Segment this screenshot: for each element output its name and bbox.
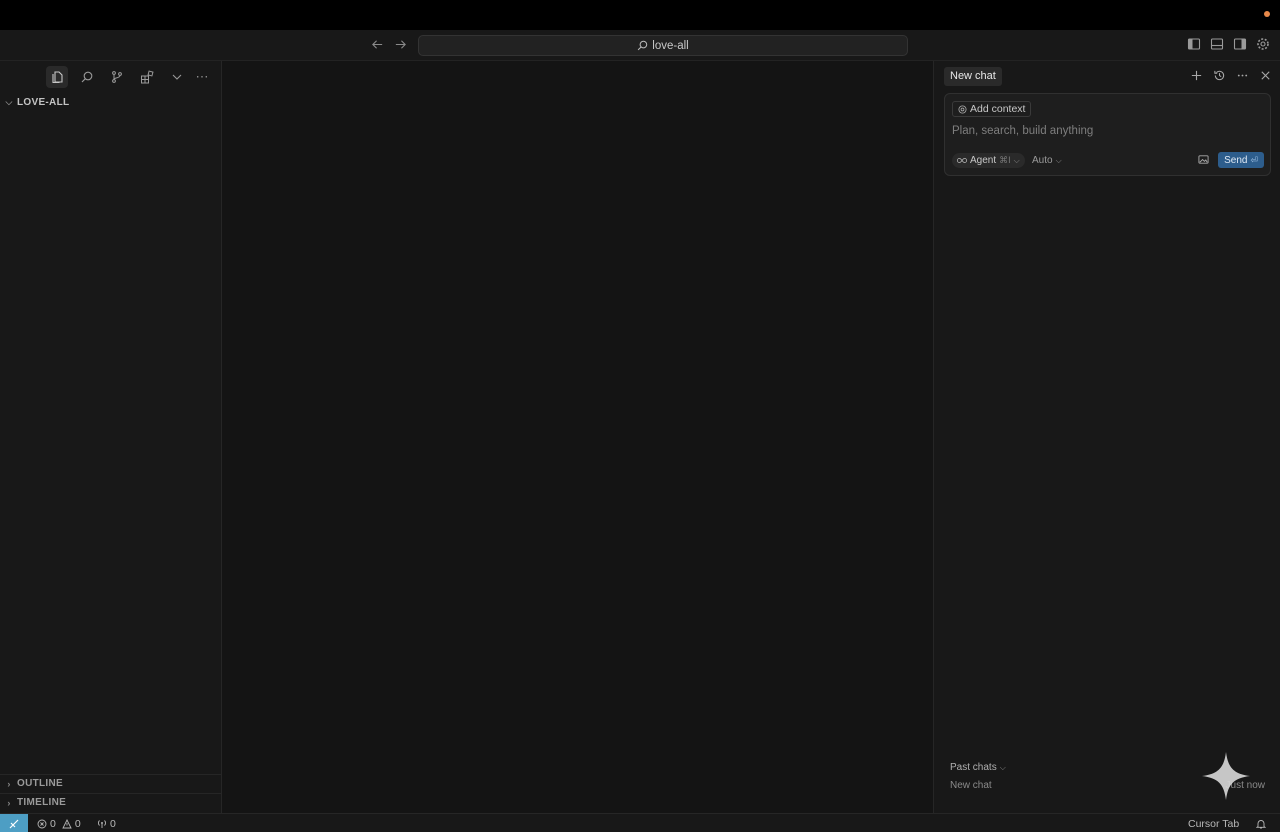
chevron-down-icon [172, 74, 182, 80]
chevron-down-icon: ⌵ [1013, 155, 1020, 165]
error-icon [37, 819, 47, 828]
chat-more-button[interactable] [1235, 68, 1249, 82]
ports-count: 0 [110, 817, 116, 830]
extensions-icon [141, 70, 154, 84]
mode-shortcut: ⌘I [999, 155, 1011, 165]
more-icon [1237, 74, 1247, 76]
plus-icon [1191, 70, 1201, 80]
enter-icon: ⏎ [1250, 154, 1258, 165]
remote-icon [9, 819, 19, 828]
primary-sidebar: ⋯ ⌵ LOVE-ALL › OUTLINE › TIMELINE [0, 61, 222, 813]
warning-icon [62, 818, 72, 828]
chevron-down-icon: ⌵ [5, 96, 13, 107]
search-icon [81, 71, 93, 83]
extensions-tab[interactable] [136, 66, 158, 88]
more-icon: ⋯ [195, 69, 209, 84]
timeline-section[interactable]: › TIMELINE [0, 793, 222, 811]
remote-indicator[interactable] [0, 814, 28, 832]
mode-label: Agent [970, 155, 997, 166]
search-text: love-all [652, 39, 689, 52]
settings-gear-icon [1257, 38, 1269, 50]
settings-button[interactable] [1256, 37, 1270, 51]
history-button[interactable] [1212, 68, 1226, 82]
source-control-tab[interactable] [106, 66, 128, 88]
timeline-label: TIMELINE [17, 797, 67, 808]
notifications-button[interactable] [1256, 814, 1266, 832]
chevron-down-icon: ⌵ [999, 762, 1006, 772]
toggle-primary-sidebar-button[interactable] [1187, 37, 1201, 51]
past-chat-time: Just now [1225, 780, 1265, 791]
arrow-right-icon [395, 40, 406, 49]
model-label: Auto [1032, 155, 1053, 166]
toggle-panel-icon [1210, 38, 1224, 50]
send-button[interactable]: Send ⏎ [1218, 152, 1264, 168]
chevron-right-icon: › [7, 778, 11, 789]
toggle-secondary-sidebar-button[interactable] [1233, 37, 1247, 51]
past-chats-label: Past chats [950, 762, 997, 773]
search-tab[interactable] [76, 66, 98, 88]
add-context-label: Add context [970, 103, 1026, 115]
folder-header[interactable]: ⌵ LOVE-ALL [0, 94, 222, 110]
more-views-dropdown[interactable] [166, 66, 188, 88]
explorer-tab[interactable] [46, 66, 68, 88]
bell-icon [1256, 819, 1266, 828]
arrow-left-icon [371, 40, 382, 49]
infinity-icon [957, 158, 967, 163]
chat-panel: New chat Add context Agent ⌘I ⌵ Auto ⌵ [933, 61, 1280, 813]
outline-label: OUTLINE [17, 778, 63, 789]
status-bar: 0 0 0 Cursor Tab [0, 813, 1280, 832]
mode-selector[interactable]: Agent ⌘I ⌵ [952, 153, 1025, 168]
send-label: Send [1224, 154, 1248, 166]
ports-indicator[interactable]: 0 [97, 814, 116, 832]
past-chat-item[interactable]: New chat Just now [950, 780, 1265, 796]
chat-tab[interactable]: New chat [944, 67, 1002, 86]
chat-composer: Add context Agent ⌘I ⌵ Auto ⌵ Send ⏎ [944, 93, 1271, 176]
problems-indicator[interactable]: 0 0 [37, 814, 81, 832]
error-count: 0 [50, 817, 56, 830]
close-icon [1260, 70, 1270, 80]
explorer-icon [52, 71, 63, 84]
model-selector[interactable]: Auto ⌵ [1032, 153, 1062, 168]
more-actions-button[interactable]: ⋯ [192, 66, 212, 88]
forward-button[interactable] [391, 37, 409, 55]
chat-prompt-input[interactable] [952, 122, 1262, 140]
past-chat-title: New chat [950, 780, 992, 791]
cursor-tab-status[interactable]: Cursor Tab [1188, 814, 1239, 832]
search-icon [638, 40, 648, 51]
past-chats-toggle[interactable]: Past chats ⌵ [950, 762, 1006, 773]
new-chat-button[interactable] [1189, 68, 1203, 82]
back-button[interactable] [368, 37, 386, 55]
toggle-panel-button[interactable] [1210, 37, 1224, 51]
toggle-secondary-sidebar-icon [1233, 38, 1247, 50]
history-icon [1213, 70, 1224, 80]
at-icon [958, 104, 967, 114]
image-icon [1198, 155, 1209, 164]
editor-area[interactable] [222, 61, 933, 813]
attach-image-button[interactable] [1198, 154, 1210, 166]
source-control-icon [112, 71, 122, 83]
toggle-primary-sidebar-icon [1187, 38, 1201, 50]
menu-bar [0, 0, 1280, 30]
title-bar: love-all [0, 30, 1280, 61]
warning-count: 0 [74, 817, 81, 830]
chevron-right-icon: › [7, 797, 11, 808]
chevron-down-icon: ⌵ [1055, 155, 1062, 165]
close-chat-button[interactable] [1258, 68, 1272, 82]
broadcast-icon [98, 819, 106, 828]
folder-name: LOVE-ALL [17, 96, 70, 108]
command-center-search[interactable]: love-all [418, 35, 908, 56]
notification-dot [1264, 11, 1270, 17]
add-context-button[interactable]: Add context [952, 101, 1032, 117]
outline-section[interactable]: › OUTLINE [0, 774, 222, 792]
